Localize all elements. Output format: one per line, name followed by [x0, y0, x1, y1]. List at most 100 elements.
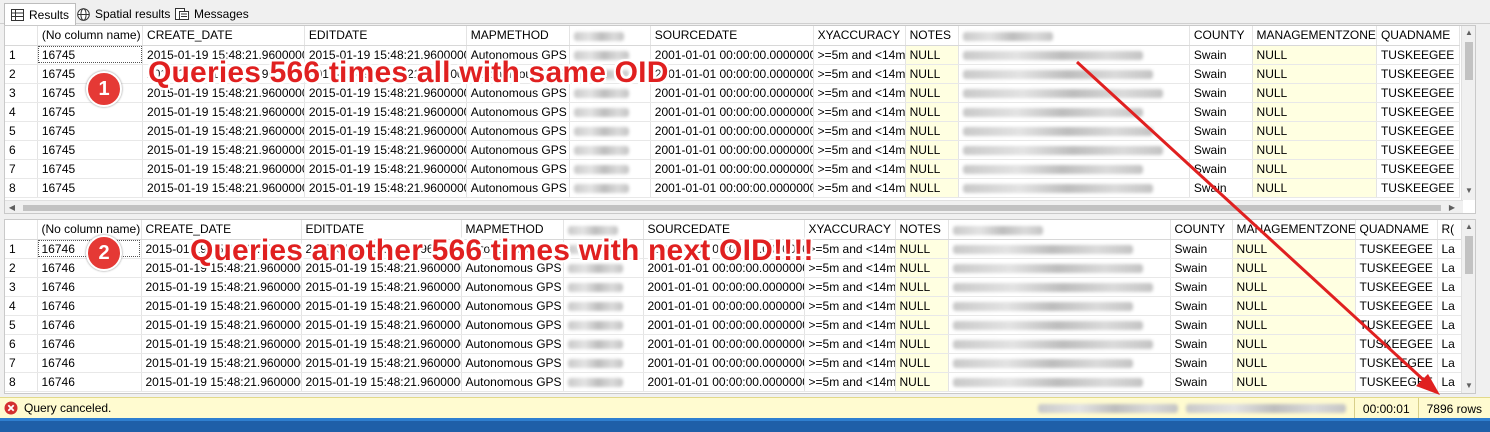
table-cell[interactable]: >=5m and <14m [813, 178, 906, 198]
table-cell[interactable] [569, 178, 651, 198]
table-cell[interactable]: TUSKEEGEE [1376, 140, 1461, 160]
table-cell[interactable]: TUSKEEGEE [1376, 83, 1461, 103]
table-cell[interactable]: 2015-01-19 15:48:21.9600000 [142, 102, 305, 122]
table-cell[interactable]: NULL [1232, 239, 1356, 259]
scroll-right-icon[interactable]: ▶ [1445, 201, 1459, 213]
table-cell[interactable]: Swain [1170, 353, 1233, 373]
table-cell[interactable]: TUSKEEGEE [1355, 353, 1438, 373]
table-cell[interactable]: Swain [1189, 159, 1253, 179]
table-cell[interactable]: NULL [905, 140, 960, 160]
scroll-down-icon[interactable]: ▼ [1462, 379, 1475, 393]
column-header[interactable]: NOTES [905, 26, 960, 46]
table-cell[interactable]: Autonomous GPS [466, 140, 570, 160]
table-cell[interactable]: >=5m and <14m [804, 239, 896, 259]
table-cell[interactable]: 2015-01-19 15:48:21.9600000 [142, 121, 305, 141]
table-cell[interactable] [948, 372, 1171, 392]
table-cell[interactable] [569, 102, 651, 122]
row-number[interactable]: 6 [5, 334, 38, 354]
table-cell[interactable]: Swain [1170, 334, 1233, 354]
table-cell[interactable]: NULL [895, 277, 949, 297]
table-cell[interactable]: 2015-01-19 15:48:21.9600000 [301, 315, 462, 335]
row-number[interactable]: 5 [5, 315, 38, 335]
result-grid-1[interactable]: (No column name) CREATE_DATE EDITDATE MAPME… [4, 25, 1476, 214]
table-cell[interactable]: NULL [895, 372, 949, 392]
table-cell[interactable]: La [1437, 334, 1462, 354]
row-number[interactable]: 3 [5, 277, 38, 297]
table-cell[interactable] [958, 64, 1190, 84]
scroll-thumb[interactable] [23, 205, 1441, 211]
table-cell[interactable]: >=5m and <14m [804, 277, 896, 297]
column-header[interactable]: MANAGEMENTZONE [1232, 220, 1356, 240]
table-cell[interactable]: 2015-01-19 15:48:21.9600000 [142, 140, 305, 160]
table-cell[interactable] [948, 334, 1171, 354]
table-cell[interactable]: Autonomous GPS [466, 178, 570, 198]
column-header[interactable] [948, 220, 1171, 240]
table-cell[interactable]: Autonomous GPS [466, 159, 570, 179]
table-cell[interactable]: TUSKEEGEE [1355, 258, 1438, 278]
table-cell[interactable] [563, 372, 644, 392]
scroll-thumb[interactable] [1465, 236, 1473, 274]
table-cell[interactable]: 2015-01-19 15:48:21.9600000 [142, 159, 305, 179]
column-header[interactable] [5, 220, 38, 240]
scroll-up-icon[interactable]: ▲ [1462, 26, 1475, 40]
table-cell[interactable]: 2001-01-01 00:00:00.0000000 [643, 277, 805, 297]
table-cell[interactable]: 2001-01-01 00:00:00.0000000 [650, 64, 814, 84]
table-cell[interactable]: NULL [895, 258, 949, 278]
table-row[interactable]: 3 16746 2015-01-19 15:48:21.9600000 2015-01… [5, 277, 1462, 297]
column-header[interactable]: (No column name) [37, 26, 144, 46]
table-row[interactable]: 5 16745 2015-01-19 15:48:21.9600000 2015-01… [5, 121, 1461, 141]
table-cell[interactable]: 2001-01-01 00:00:00.0000000 [650, 140, 814, 160]
table-cell[interactable]: 2001-01-01 00:00:00.0000000 [650, 83, 814, 103]
table-cell[interactable]: >=5m and <14m [813, 140, 906, 160]
table-cell[interactable] [948, 353, 1171, 373]
table-cell[interactable]: NULL [1232, 334, 1356, 354]
table-cell[interactable] [948, 277, 1171, 297]
table-cell[interactable]: NULL [905, 178, 960, 198]
row-number[interactable]: 1 [5, 239, 38, 259]
table-cell[interactable] [958, 45, 1190, 65]
table-cell[interactable]: NULL [905, 45, 960, 65]
table-cell[interactable]: 2015-01-19 15:48:21.9600000 [301, 277, 462, 297]
table-cell[interactable]: Swain [1189, 45, 1253, 65]
table-cell[interactable]: 2001-01-01 00:00:00.0000000 [643, 334, 805, 354]
row-number[interactable]: 1 [5, 45, 38, 65]
table-cell[interactable]: Swain [1189, 83, 1253, 103]
column-header[interactable] [958, 26, 1190, 46]
table-cell[interactable]: 2001-01-01 00:00:00.0000000 [650, 45, 814, 65]
table-cell[interactable]: 2001-01-01 00:00:00.0000000 [643, 353, 805, 373]
table-cell[interactable]: Swain [1170, 296, 1233, 316]
table-cell[interactable]: Swain [1170, 239, 1233, 259]
table-cell[interactable]: TUSKEEGEE [1355, 296, 1438, 316]
scroll-down-icon[interactable]: ▼ [1462, 184, 1475, 198]
table-cell[interactable] [948, 258, 1171, 278]
table-cell[interactable]: NULL [1232, 258, 1356, 278]
table-cell[interactable]: NULL [1252, 64, 1377, 84]
table-cell[interactable]: TUSKEEGEE [1376, 121, 1461, 141]
column-header[interactable] [569, 26, 651, 46]
vertical-scrollbar-2[interactable]: ▲ ▼ [1461, 220, 1475, 393]
table-cell[interactable]: TUSKEEGEE [1355, 315, 1438, 335]
table-cell[interactable] [958, 121, 1190, 141]
table-cell[interactable]: 16746 [37, 372, 142, 392]
table-cell[interactable]: 16746 [37, 277, 142, 297]
table-cell[interactable]: NULL [895, 296, 949, 316]
scroll-up-icon[interactable]: ▲ [1462, 220, 1475, 234]
table-cell[interactable]: NULL [905, 83, 960, 103]
table-cell[interactable]: La [1437, 296, 1462, 316]
table-cell[interactable]: Autonomous GPS [461, 315, 564, 335]
table-cell[interactable]: >=5m and <14m [813, 121, 906, 141]
table-cell[interactable]: Swain [1189, 121, 1253, 141]
table-cell[interactable]: >=5m and <14m [804, 258, 896, 278]
table-cell[interactable]: NULL [1252, 178, 1377, 198]
table-cell[interactable]: >=5m and <14m [813, 83, 906, 103]
table-cell[interactable]: 2015-01-19 15:48:21.9600000 [141, 296, 302, 316]
row-number[interactable]: 8 [5, 178, 38, 198]
table-cell[interactable]: Swain [1170, 372, 1233, 392]
column-header[interactable]: XYACCURACY [804, 220, 896, 240]
table-cell[interactable]: 2015-01-19 15:48:21.9600000 [301, 334, 462, 354]
table-cell[interactable] [958, 140, 1190, 160]
column-header[interactable] [5, 26, 38, 46]
column-header[interactable]: XYACCURACY [813, 26, 906, 46]
table-cell[interactable]: 2001-01-01 00:00:00.0000000 [650, 102, 814, 122]
table-cell[interactable]: NULL [1232, 296, 1356, 316]
